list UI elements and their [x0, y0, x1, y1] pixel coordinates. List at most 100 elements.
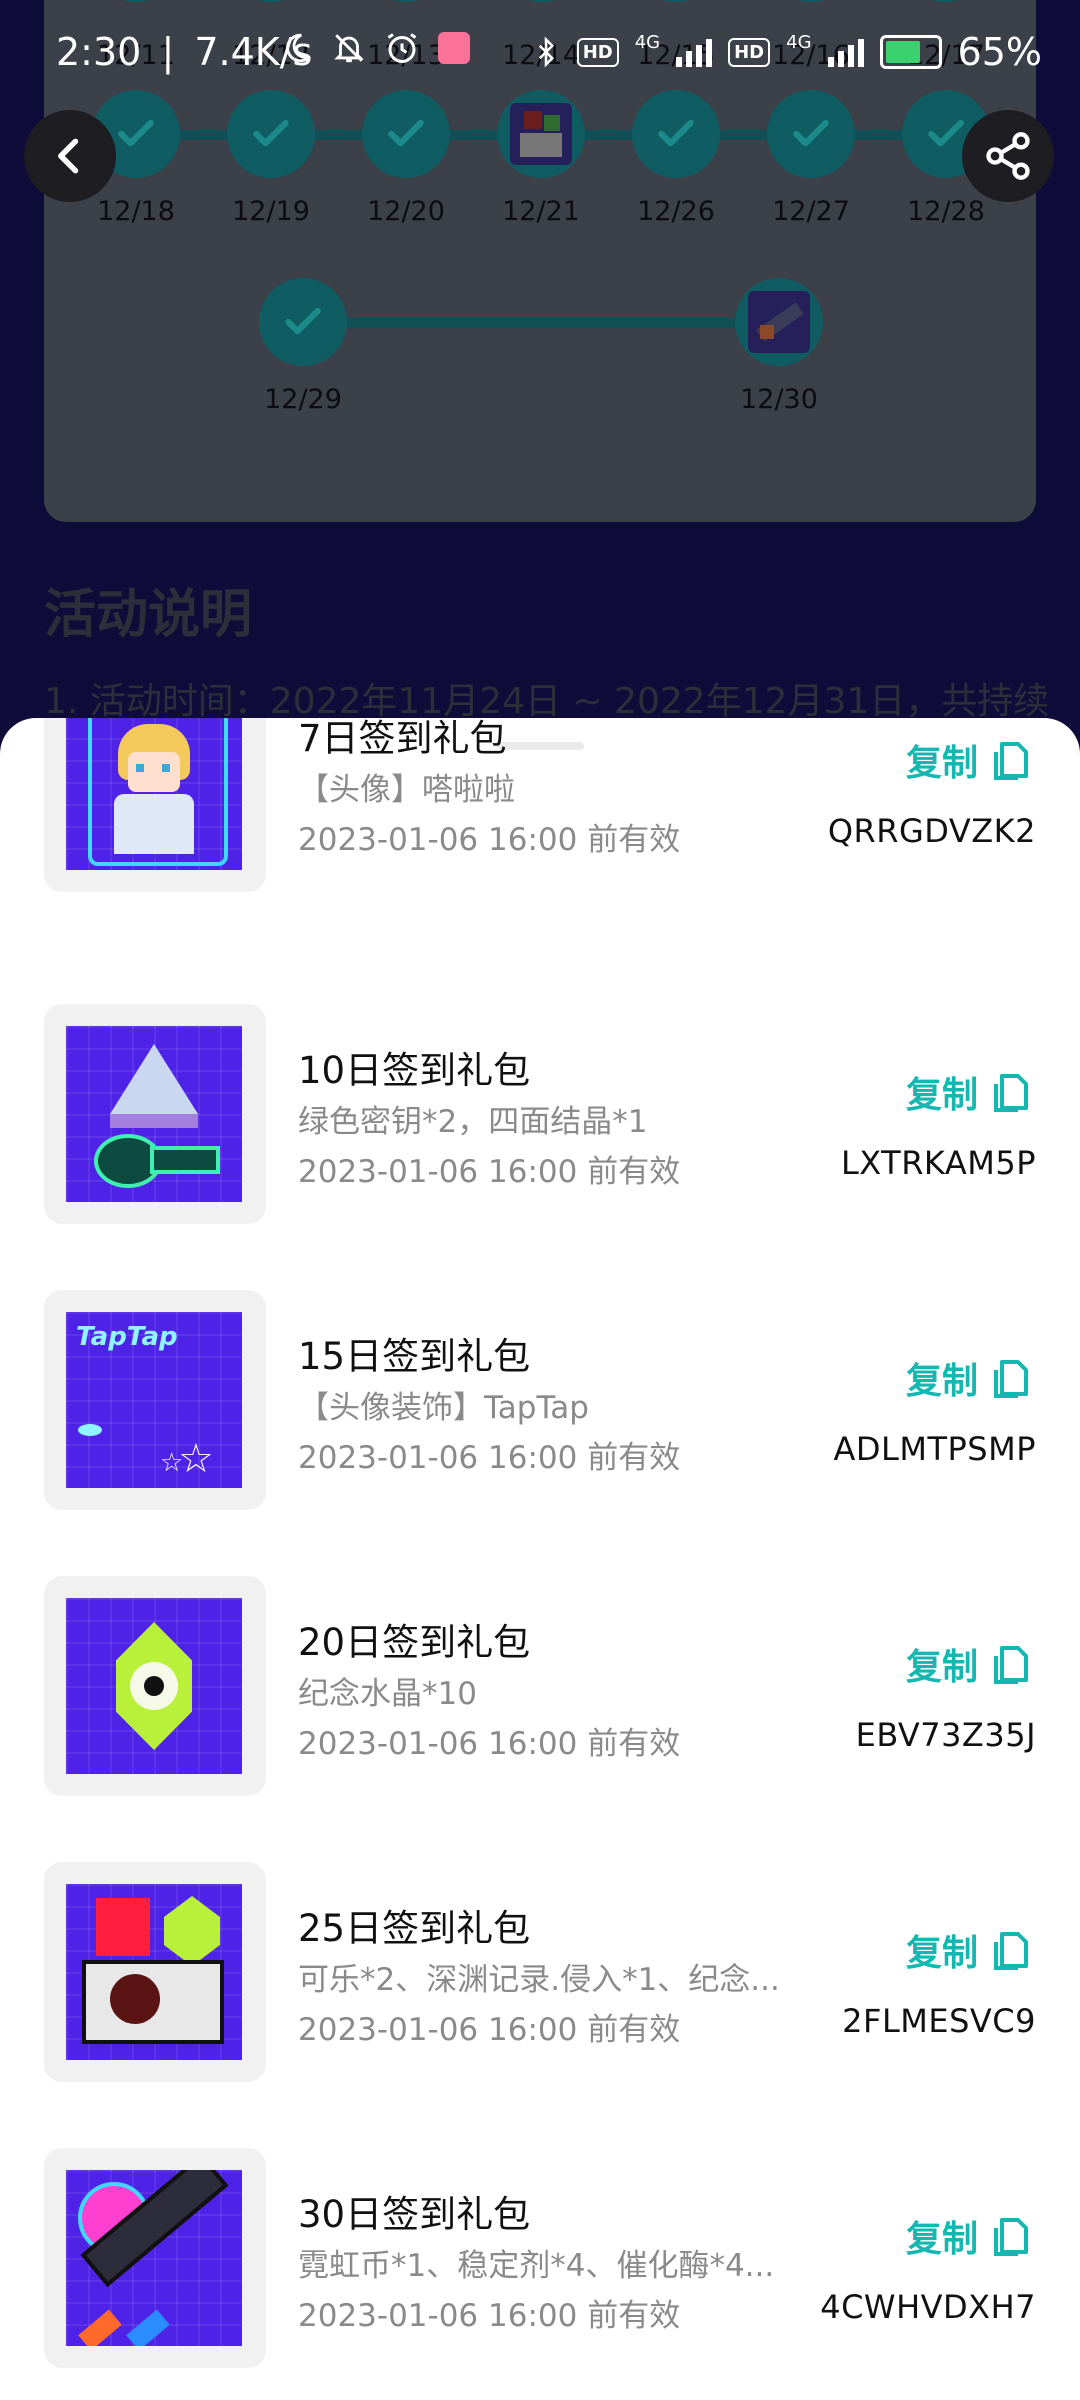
taptap-decoration-image: TapTap ☆ ☆	[66, 1312, 242, 1488]
calendar-date: 12/26	[637, 196, 715, 227]
copy-button[interactable]: 复制	[906, 1066, 1030, 1118]
calendar-date: 12/29	[264, 384, 342, 415]
activity-description-title: 活动说明	[44, 585, 253, 645]
gift-thumbnail	[44, 718, 266, 892]
gift-description: 【头像】嗒啦啦	[298, 772, 515, 808]
cola-record-bundle-image	[66, 1884, 242, 2060]
crystal-key-image	[66, 1026, 242, 1202]
copy-label: 复制	[905, 1361, 978, 1402]
copy-label: 复制	[905, 1933, 978, 1974]
bilibili-icon	[438, 32, 470, 64]
calendar-date: 12/18	[97, 196, 175, 227]
copy-label: 复制	[905, 2219, 978, 2260]
gift-expiry: 2023-01-06 16:00 前有效	[298, 822, 681, 858]
copy-button[interactable]: 复制	[906, 1638, 1030, 1690]
calendar-date: 12/30	[740, 384, 818, 415]
checked-node	[227, 90, 315, 178]
status-left-icons	[280, 30, 470, 66]
gift-thumbnail	[44, 1004, 266, 1224]
activity-description-text: 1. 活动时间：2022年11月24日 ~ 2022年12月31日，共持续	[44, 681, 1050, 722]
calendar-date: 12/19	[232, 196, 310, 227]
gift-description: 可乐*2、深渊记录.侵入*1、纪念...	[298, 1962, 780, 1998]
reward-node	[497, 90, 585, 178]
gift-item: 30日签到礼包 霓虹币*1、稳定剂*4、催化酶*4... 2023-01-06 …	[0, 2148, 1080, 2368]
gift-expiry: 2023-01-06 16:00 前有效	[298, 1154, 681, 1190]
mute-bell-icon	[334, 34, 364, 63]
check-icon	[388, 119, 424, 147]
calendar-date: 12/20	[367, 196, 445, 227]
gift-item: 10日签到礼包 绿色密钥*2，四面结晶*1 2023-01-06 16:00 前…	[0, 1004, 1080, 1224]
gift-description: 【头像装饰】TapTap	[298, 1390, 589, 1426]
copy-label: 复制	[905, 743, 978, 784]
gift-description: 霓虹币*1、稳定剂*4、催化酶*4...	[298, 2248, 775, 2284]
status-bar: 2:30 | 7.4K/s HD 4G HD 4G 65%	[0, 0, 1080, 100]
gift-description: 绿色密钥*2，四面结晶*1	[298, 1104, 648, 1140]
copy-icon	[994, 2218, 1028, 2256]
gift-item: 20日签到礼包 纪念水晶*10 2023-01-06 16:00 前有效 复制 …	[0, 1576, 1080, 1796]
copy-label: 复制	[905, 1075, 978, 1116]
check-icon	[658, 119, 694, 147]
gift-code-sheet: 7日签到礼包 【头像】嗒啦啦 2023-01-06 16:00 前有效 复制 Q…	[0, 718, 1080, 2400]
checked-node	[767, 90, 855, 178]
battery-level: 65%	[957, 30, 1042, 74]
share-icon	[986, 132, 1030, 180]
gift-code: 2FLMESVC9	[842, 2002, 1036, 2040]
calendar-date: 12/21	[502, 196, 580, 227]
gift-title: 25日签到礼包	[298, 1907, 531, 1950]
gift-code: ADLMTPSMP	[833, 1430, 1036, 1468]
check-icon	[253, 119, 289, 147]
calendar-date: 12/27	[772, 196, 850, 227]
gift-thumbnail: TapTap ☆ ☆	[44, 1290, 266, 1510]
calendar-row-1: 12/18 12/19 12/20 12/21 12/26 12/27 12/2…	[44, 90, 1036, 290]
gift-code: 4CWHVDXH7	[820, 2288, 1036, 2326]
calendar-date: 12/28	[907, 196, 985, 227]
moon-icon	[286, 33, 311, 63]
copy-button[interactable]: 复制	[906, 2210, 1030, 2262]
memorial-crystal-image	[66, 1598, 242, 1774]
gift-item: 25日签到礼包 可乐*2、深渊记录.侵入*1、纪念... 2023-01-06 …	[0, 1862, 1080, 2082]
gift-code: LXTRKAM5P	[840, 1144, 1036, 1182]
gift-code: EBV73Z35J	[855, 1716, 1036, 1754]
gift-title: 7日签到礼包	[298, 718, 507, 760]
gift-thumbnail	[44, 2148, 266, 2368]
gift-thumbnail	[44, 1862, 266, 2082]
share-button[interactable]	[962, 110, 1054, 202]
alarm-icon	[387, 33, 417, 63]
gift-item: TapTap ☆ ☆ 15日签到礼包 【头像装饰】TapTap 2023-01-…	[0, 1290, 1080, 1510]
network-type: 4G	[634, 31, 661, 53]
checked-node	[632, 90, 720, 178]
signal-icon	[676, 37, 713, 67]
bluetooth-icon	[538, 36, 554, 68]
gift-description: 纪念水晶*10	[298, 1676, 477, 1712]
gift-title: 30日签到礼包	[298, 2193, 531, 2236]
calendar-row-2: 12/29 12/30	[44, 278, 1036, 478]
copy-button[interactable]: 复制	[906, 1352, 1030, 1404]
status-right-icons: HD 4G HD 4G 65%	[531, 30, 1042, 74]
hd-badge: HD	[728, 37, 771, 67]
gift-title: 10日签到礼包	[298, 1049, 531, 1092]
gift-item: 7日签到礼包 【头像】嗒啦啦 2023-01-06 16:00 前有效 复制 Q…	[0, 718, 1080, 892]
copy-label: 复制	[905, 1647, 978, 1688]
clock: 2:30	[56, 30, 142, 74]
network-type: 4G	[786, 31, 812, 53]
copy-icon	[994, 1074, 1028, 1112]
signal-icon	[827, 37, 864, 67]
status-time: 2:30 | 7.4K/s	[56, 30, 313, 74]
back-button[interactable]	[24, 110, 116, 202]
copy-icon	[994, 1360, 1028, 1398]
copy-button[interactable]: 复制	[906, 1924, 1030, 1976]
reward-item-icon	[510, 103, 572, 165]
checked-node	[259, 278, 347, 366]
reward-node	[735, 278, 823, 366]
checked-node	[362, 90, 450, 178]
gift-code: QRRGDVZK2	[827, 812, 1036, 850]
copy-button[interactable]: 复制	[906, 734, 1030, 786]
chevron-left-icon	[58, 138, 79, 174]
check-icon	[793, 119, 829, 147]
neon-coin-bundle-image	[66, 2170, 242, 2346]
reward-item-icon	[748, 291, 810, 353]
gift-thumbnail	[44, 1576, 266, 1796]
gift-title: 15日签到礼包	[298, 1335, 531, 1378]
copy-icon	[994, 742, 1028, 780]
hd-badge: HD	[576, 37, 619, 67]
